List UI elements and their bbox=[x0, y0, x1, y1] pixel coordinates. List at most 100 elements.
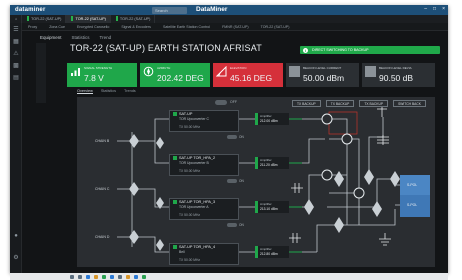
kpi-beacon-current: BEACON LEVEL CURRENT 50.00 dBm bbox=[286, 63, 359, 87]
tab-overview[interactable]: Overview bbox=[77, 89, 93, 94]
switch-back-button[interactable]: SWITCH BACK bbox=[393, 100, 426, 107]
module-freq: TX 50.00 MHz bbox=[179, 213, 201, 217]
kpi-label: SIGNAL STRENGTH bbox=[84, 66, 113, 70]
tab-bar: ⌂ TOR-22 (SAT-UP) TOR-22 (SAT-UP) TOR-22… bbox=[10, 15, 448, 23]
module-freq: TX 50.00 MHz bbox=[179, 125, 201, 129]
breadcrumb-statistics[interactable]: Statistics bbox=[72, 35, 90, 40]
maximize-icon[interactable]: □ bbox=[433, 6, 436, 12]
app-window: dataminer Search DataMiner – □ × ⌂ TOR-2… bbox=[10, 5, 448, 273]
taskbar-icons bbox=[70, 274, 146, 279]
tab-2[interactable]: TOR-22 (SAT-UP) bbox=[66, 15, 111, 23]
toggle-label: ON bbox=[239, 178, 244, 183]
tab-label: TOR-22 (SAT-UP) bbox=[119, 17, 151, 21]
tab-1[interactable]: TOR-22 (SAT-UP) bbox=[22, 15, 67, 23]
chain-label: CHAIN D bbox=[95, 235, 110, 239]
kpi-azimuth: AZIMUTH 202.42 DEG bbox=[140, 63, 210, 87]
page-title: TOR-22 (SAT-UP) EARTH STATION AFRISAT bbox=[70, 43, 262, 53]
taskbar-app-icon[interactable] bbox=[86, 274, 90, 279]
status-icon bbox=[173, 200, 177, 204]
user-icon[interactable]: ● bbox=[12, 233, 20, 240]
amplifier-chip[interactable]: Amplifier 211.20 dBm bbox=[255, 157, 289, 169]
beacon-icon bbox=[289, 66, 300, 77]
toggle-switch[interactable] bbox=[227, 135, 237, 139]
module-title: SAT-UP bbox=[179, 112, 193, 116]
title-bar: dataminer Search DataMiner – □ × bbox=[10, 5, 448, 15]
toggle-label: ON bbox=[239, 134, 244, 139]
home-icon[interactable]: ⌂ bbox=[10, 15, 22, 23]
amplifier-chip[interactable]: Amplifier 212.00 dBm bbox=[255, 113, 289, 125]
tx-backup-button[interactable]: TX BACKUP bbox=[292, 100, 321, 107]
subtab-signal[interactable]: Signal & Encoders bbox=[115, 23, 157, 30]
taskbar-app-icon[interactable] bbox=[78, 274, 82, 279]
app-brand: dataminer bbox=[15, 7, 46, 13]
subtab-proxy[interactable]: Proxy bbox=[22, 23, 43, 30]
subtab-tor22[interactable]: TOR-22 (SAT-UP) bbox=[255, 23, 296, 30]
kpi-elevation: ELEVATION 45.16 DEG bbox=[213, 63, 283, 87]
module-box[interactable]: SAT-UP TOR_HPA_3 TOR Upconverter A TX 50… bbox=[169, 198, 239, 220]
signal-chain-diagram: OFF TX BACKUP TX BACKUP TX BACKUP SWITCH… bbox=[77, 97, 435, 267]
tx-backup-button[interactable]: TX BACKUP bbox=[359, 100, 389, 107]
toggle-switch[interactable] bbox=[227, 223, 237, 227]
subtab-encrypted[interactable]: Encrypted Carosello bbox=[71, 23, 115, 30]
info-icon: i bbox=[303, 47, 308, 53]
kpi-value: 90.50 dB bbox=[379, 73, 414, 83]
taskbar-app-icon[interactable] bbox=[94, 274, 98, 279]
kpi-beacon-deviation: BEACON LEVEL DEVIA 90.50 dB bbox=[362, 63, 435, 87]
amplifier-chip[interactable]: Amplifier 213.10 dBm bbox=[255, 201, 289, 213]
taskbar-app-icon[interactable] bbox=[110, 274, 114, 279]
settings-icon[interactable]: ⚙ bbox=[12, 255, 20, 262]
side-panel bbox=[36, 43, 46, 103]
surveyor-icon[interactable]: ▦ bbox=[12, 39, 20, 46]
amp-value: 213.10 dBm bbox=[260, 207, 278, 211]
tab-trends[interactable]: Trends bbox=[124, 89, 136, 94]
module-box[interactable]: SAT-UP TOR Upconverter C TX 50.00 MHz bbox=[169, 110, 239, 132]
subtab-earth-station[interactable]: Satellite Earth Station Control bbox=[157, 23, 216, 30]
kpi-value: 202.42 DEG bbox=[157, 73, 204, 83]
button-row: TX BACKUP TX BACKUP TX BACKUP SWITCH BAC… bbox=[292, 100, 426, 107]
status-dot-icon bbox=[71, 16, 74, 21]
monitor-icon[interactable]: ▤ bbox=[12, 75, 20, 82]
view-tabs: Overview Statistics Trends bbox=[77, 89, 136, 94]
menu-icon[interactable]: ☰ bbox=[12, 27, 20, 34]
module-freq: TX 50.00 MHz bbox=[179, 169, 201, 173]
subtab-zona[interactable]: Zona Cue bbox=[43, 23, 71, 30]
tx-backup-button[interactable]: TX BACKUP bbox=[325, 100, 355, 107]
amplifier-chip[interactable]: Amplifier 212.80 dBm bbox=[255, 246, 289, 258]
start-icon[interactable] bbox=[70, 274, 74, 279]
minimize-icon[interactable]: – bbox=[424, 6, 427, 12]
tab-3[interactable]: TOR-22 (SAT-UP) bbox=[111, 15, 156, 23]
status-icon bbox=[173, 245, 177, 249]
module-box[interactable]: SAT-UP TOR_HPA_4 Bell TX 50.00 MHz bbox=[169, 243, 239, 265]
kpi-value: 50.00 dBm bbox=[303, 73, 345, 83]
amp-value: 211.20 dBm bbox=[260, 163, 278, 167]
status-icon bbox=[173, 156, 177, 160]
breadcrumb-trend[interactable]: Trend bbox=[100, 35, 112, 40]
breadcrumb-equipment[interactable]: Equipment bbox=[40, 35, 62, 40]
subtab-fmnr[interactable]: FMNR (SAT-UP) bbox=[216, 23, 254, 30]
taskbar-app-icon[interactable] bbox=[142, 274, 146, 279]
close-icon[interactable]: × bbox=[442, 6, 445, 12]
module-box[interactable]: SAT-UP TOR_HPA_2 TOR Upconverter B TX 50… bbox=[169, 154, 239, 176]
kpi-value: 45.16 DEG bbox=[230, 73, 273, 83]
switch-notice-button[interactable]: i DIRECT SWITCHING TO BACKUP bbox=[300, 46, 440, 54]
search-input[interactable]: Search bbox=[152, 6, 187, 14]
taskbar-app-icon[interactable] bbox=[134, 274, 138, 279]
toggle-label: ON bbox=[239, 222, 244, 227]
taskbar-app-icon[interactable] bbox=[102, 274, 106, 279]
left-rail: ☰ ▦ ⚠ ▩ ▤ ● ⚙ bbox=[10, 23, 22, 273]
toggle-switch[interactable] bbox=[215, 100, 227, 105]
toggle-switch[interactable] bbox=[227, 179, 237, 183]
window-controls: – □ × bbox=[424, 6, 445, 12]
antenna-label: S-POL bbox=[407, 203, 418, 207]
taskbar-app-icon[interactable] bbox=[118, 274, 122, 279]
amp-label: Amplifier bbox=[260, 114, 272, 118]
compass-icon bbox=[143, 66, 154, 77]
taskbar-app-icon[interactable] bbox=[126, 274, 130, 279]
module-title: SAT-UP TOR_HPA_4 bbox=[179, 245, 216, 249]
module-title: SAT-UP TOR_HPA_3 bbox=[179, 200, 216, 204]
tab-label: TOR-22 (SAT-UP) bbox=[75, 17, 106, 21]
alarm-icon[interactable]: ⚠ bbox=[12, 51, 20, 58]
beacon-icon bbox=[365, 66, 376, 77]
tab-statistics[interactable]: Statistics bbox=[101, 89, 116, 94]
apps-icon[interactable]: ▩ bbox=[12, 63, 20, 70]
